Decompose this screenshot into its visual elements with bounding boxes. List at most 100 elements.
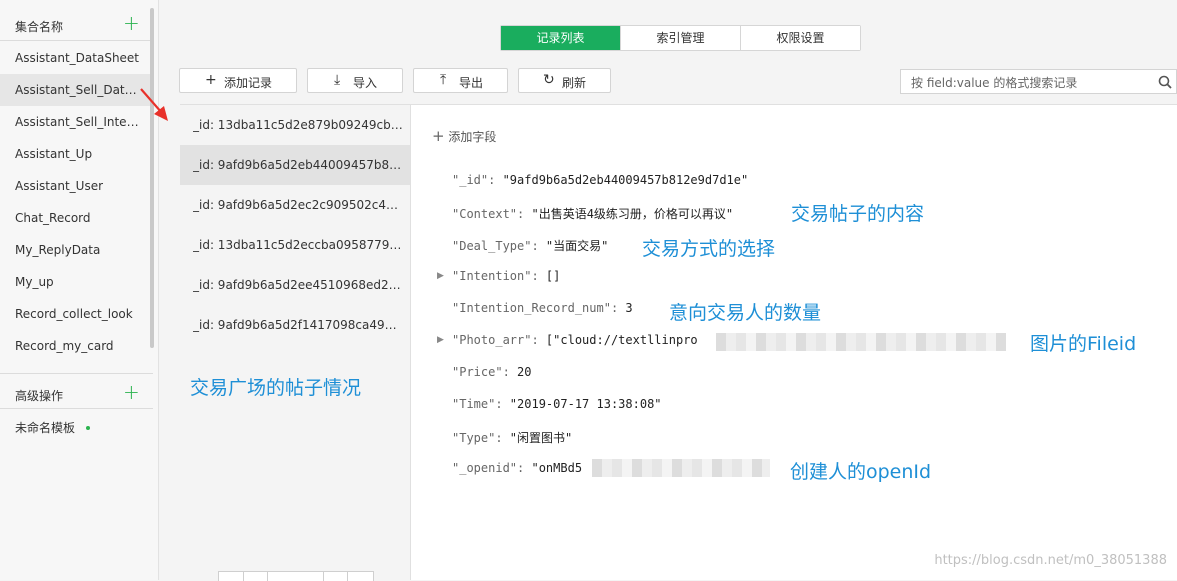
field-time[interactable]: "Time": "2019-07-17 13:38:08" bbox=[452, 397, 662, 411]
field-key: "Type": bbox=[452, 431, 510, 445]
export-label: 导出 bbox=[459, 76, 484, 90]
red-arrow-icon bbox=[140, 88, 168, 121]
record-list-item-selected[interactable]: _id: 9afd9b6a5d2eb44009457b812... bbox=[180, 145, 410, 185]
field-intention-record-num[interactable]: "Intention_Record_num": 3 bbox=[452, 301, 633, 315]
sidebar-item-assistant-up[interactable]: Assistant_Up bbox=[0, 138, 153, 170]
export-button[interactable]: ⤒ 导出 bbox=[413, 68, 508, 93]
sidebar-scrollbar[interactable] bbox=[150, 8, 154, 348]
field-key: "Photo_arr": bbox=[452, 333, 546, 347]
field-photo-arr[interactable]: "Photo_arr": ["cloud://textllinpro bbox=[452, 333, 698, 347]
record-list-item[interactable]: _id: 13dba11c5d2e879b09249cbe7... bbox=[180, 105, 410, 145]
annotation-photo-note: 图片的Fileid bbox=[1030, 333, 1137, 355]
view-tabs: 记录列表 索引管理 权限设置 bbox=[500, 25, 861, 51]
plus-icon: + bbox=[432, 127, 445, 145]
field-value: "闲置图书" bbox=[509, 431, 573, 445]
add-record-button[interactable]: + 添加记录 bbox=[179, 68, 297, 93]
field-value: 20 bbox=[517, 365, 532, 379]
field-key: "Intention_Record_num": bbox=[452, 301, 626, 315]
sidebar-item-assistant-sell-intention[interactable]: Assistant_Sell_Intention bbox=[0, 106, 153, 138]
advanced-header-label: 高级操作 bbox=[15, 389, 64, 403]
field-intention[interactable]: "Intention": [] bbox=[452, 269, 560, 283]
record-id-label: _id: 9afd9b6a5d2eb44009457b812... bbox=[193, 158, 403, 172]
record-list-item[interactable]: _id: 9afd9b6a5d2f1417098ca4922a... bbox=[180, 305, 410, 345]
sidebar-item-chat-record[interactable]: Chat_Record bbox=[0, 202, 153, 234]
record-list-item[interactable]: _id: 9afd9b6a5d2ec2c909502c4036... bbox=[180, 185, 410, 225]
sidebar-item-record-my-card[interactable]: Record_my_card bbox=[0, 330, 153, 362]
import-button[interactable]: ⤓ 导入 bbox=[307, 68, 403, 93]
sidebar: 集合名称 + Assistant_DataSheet Assistant_Sel… bbox=[0, 0, 159, 580]
refresh-label: 刷新 bbox=[562, 76, 587, 90]
field-key: "Price": bbox=[452, 365, 518, 379]
record-list: _id: 13dba11c5d2e879b09249cbe7... _id: 9… bbox=[180, 105, 411, 580]
annotation-context-note: 交易帖子的内容 bbox=[791, 203, 925, 225]
sidebar-item-label: My_up bbox=[15, 275, 54, 289]
collections-header-label: 集合名称 bbox=[15, 20, 64, 34]
annotation-intention-note: 意向交易人的数量 bbox=[669, 302, 822, 324]
field-value: "9afd9b6a5d2eb44009457b812e9d7d1e" bbox=[502, 173, 749, 187]
record-list-item[interactable]: _id: 13dba11c5d2eccba0958779e6... bbox=[180, 225, 410, 265]
annotation-list-note: 交易广场的帖子情况 bbox=[190, 377, 362, 399]
field-value: "2019-07-17 13:38:08" bbox=[509, 397, 662, 411]
tab-index-management[interactable]: 索引管理 bbox=[620, 26, 740, 50]
annotation-deal-note: 交易方式的选择 bbox=[642, 238, 776, 260]
refresh-button[interactable]: ↻ 刷新 bbox=[518, 68, 611, 93]
expand-caret-icon[interactable]: ▶ bbox=[437, 271, 444, 281]
record-id-label: _id: 9afd9b6a5d2f1417098ca4922a... bbox=[193, 318, 403, 332]
field-key: "_openid": bbox=[452, 461, 532, 475]
sidebar-item-label: Assistant_Sell_DataSheet bbox=[15, 83, 143, 97]
sidebar-item-label: 未命名模板 bbox=[15, 421, 76, 435]
search-box bbox=[900, 69, 1177, 94]
collections-header: 集合名称 + bbox=[0, 10, 153, 40]
tab-record-list[interactable]: 记录列表 bbox=[501, 26, 620, 50]
advanced-header: 高级操作 + bbox=[0, 379, 153, 409]
watermark: https://blog.csdn.net/m0_38051388 bbox=[934, 553, 1167, 568]
sidebar-divider bbox=[0, 373, 153, 374]
sidebar-item-my-up[interactable]: My_up bbox=[0, 266, 153, 298]
sidebar-item-assistant-sell-datasheet[interactable]: Assistant_Sell_DataSheet bbox=[0, 74, 153, 106]
upload-icon: ⤒ bbox=[440, 72, 447, 88]
record-id-label: _id: 9afd9b6a5d2ec2c909502c4036... bbox=[193, 198, 403, 212]
sidebar-item-untitled-template[interactable]: 未命名模板 bbox=[0, 410, 153, 442]
add-field-label: 添加字段 bbox=[448, 130, 497, 144]
sidebar-item-label: Assistant_User bbox=[15, 179, 104, 193]
field-value: ["cloud://textllinpro bbox=[545, 333, 698, 347]
redacted-region bbox=[716, 333, 1006, 351]
sidebar-item-label: Assistant_Up bbox=[15, 147, 93, 161]
add-record-label: 添加记录 bbox=[224, 76, 273, 90]
record-list-item[interactable]: _id: 9afd9b6a5d2ee4510968ed264... bbox=[180, 265, 410, 305]
sidebar-divider bbox=[0, 40, 153, 41]
sidebar-item-label: Assistant_Sell_Intention bbox=[15, 115, 143, 129]
add-collection-plus-icon[interactable]: + bbox=[123, 13, 140, 33]
sidebar-item-label: Chat_Record bbox=[15, 211, 91, 225]
sidebar-item-record-collect-look[interactable]: Record_collect_look bbox=[0, 298, 153, 330]
field-openid[interactable]: "_openid": "onMBd5 bbox=[452, 461, 582, 475]
add-field-button[interactable]: + 添加字段 bbox=[432, 127, 496, 145]
field-key: "Intention": bbox=[452, 269, 546, 283]
sidebar-item-label: My_ReplyData bbox=[15, 243, 101, 257]
field-key: "_id": bbox=[452, 173, 503, 187]
record-id-label: _id: 9afd9b6a5d2ee4510968ed264... bbox=[193, 278, 403, 292]
field-value: "onMBd5 bbox=[531, 461, 583, 475]
sidebar-item-assistant-datasheet[interactable]: Assistant_DataSheet bbox=[0, 42, 153, 74]
field-key: "Time": bbox=[452, 397, 510, 411]
add-template-plus-icon[interactable]: + bbox=[123, 382, 140, 402]
field-value: 3 bbox=[625, 301, 633, 315]
sidebar-item-assistant-user[interactable]: Assistant_User bbox=[0, 170, 153, 202]
redacted-region bbox=[592, 459, 770, 477]
field-price[interactable]: "Price": 20 bbox=[452, 365, 531, 379]
search-icon[interactable] bbox=[1158, 75, 1172, 89]
search-input[interactable] bbox=[909, 73, 1153, 92]
expand-caret-icon[interactable]: ▶ bbox=[437, 335, 444, 345]
status-dot-icon bbox=[86, 426, 90, 430]
refresh-icon: ↻ bbox=[543, 72, 555, 88]
field-deal-type[interactable]: "Deal_Type": "当面交易" bbox=[452, 237, 608, 254]
field-key: "Context": bbox=[452, 207, 532, 221]
sidebar-item-my-replydata[interactable]: My_ReplyData bbox=[0, 234, 153, 266]
field-id[interactable]: "_id": "9afd9b6a5d2eb44009457b812e9d7d1e… bbox=[452, 173, 748, 187]
tab-permission-settings[interactable]: 权限设置 bbox=[740, 26, 860, 50]
field-type[interactable]: "Type": "闲置图书" bbox=[452, 429, 572, 446]
download-icon: ⤓ bbox=[334, 72, 341, 88]
field-context[interactable]: "Context": "出售英语4级练习册，价格可以再议" bbox=[452, 205, 733, 222]
sidebar-item-label: Record_collect_look bbox=[15, 307, 133, 321]
import-label: 导入 bbox=[353, 76, 378, 90]
